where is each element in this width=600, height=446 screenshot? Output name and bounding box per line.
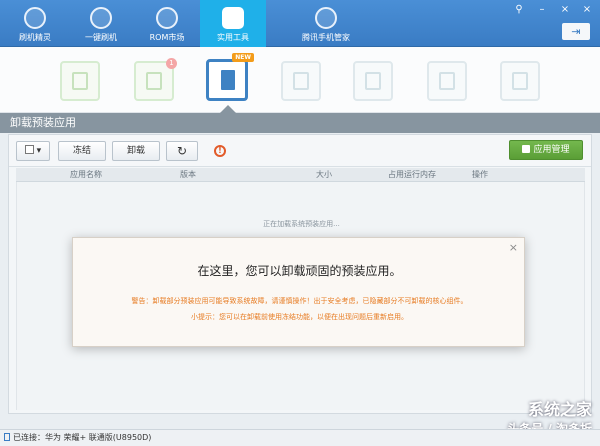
- arrow-icon[interactable]: ⇥: [562, 23, 590, 40]
- new-badge: NEW: [232, 53, 254, 62]
- checkbox-icon: [24, 145, 34, 154]
- close-icon[interactable]: ×: [578, 3, 596, 17]
- tool-puzzle[interactable]: 1: [134, 58, 177, 101]
- nav-label: 刷机精灵: [19, 33, 51, 42]
- freeze-button[interactable]: 冻结: [58, 141, 106, 161]
- export-icon: [365, 72, 381, 90]
- tool-uninstall-preinstalled[interactable]: NEW: [206, 53, 254, 101]
- dialog-tip: 小提示：您可以在卸载前使用冻结功能，以便在出现问题后重新启用。: [191, 313, 408, 321]
- flash-wizard-icon: [24, 7, 46, 29]
- nav-tencent-manager[interactable]: 腾讯手机管家: [290, 0, 362, 47]
- tool-documents[interactable]: [281, 61, 321, 101]
- cursor-icon: [90, 7, 112, 29]
- puzzle-icon: [522, 145, 531, 153]
- android-icon: [156, 7, 178, 29]
- refresh-button[interactable]: ↻: [166, 141, 198, 161]
- uninstall-button[interactable]: 卸载: [112, 141, 160, 161]
- nav-flash-wizard[interactable]: 刷机精灵: [2, 0, 68, 47]
- nav-one-click-flash[interactable]: 一键刷机: [68, 0, 134, 47]
- bag-icon: [72, 72, 88, 90]
- tool-bag[interactable]: [60, 61, 100, 101]
- tool-settings[interactable]: [427, 61, 467, 101]
- tool-search[interactable]: [500, 61, 540, 101]
- nav-rom-market[interactable]: ROM市场: [134, 0, 200, 47]
- tool-strip: 1 NEW: [0, 47, 600, 113]
- section-title: 卸载预装应用: [0, 113, 600, 133]
- column-header[interactable]: 操作: [472, 169, 488, 180]
- dialog-title: 在这里，您可以卸载顽固的预装应用。: [197, 264, 402, 278]
- nav-label: 腾讯手机管家: [302, 33, 350, 42]
- grid-icon: [222, 7, 244, 29]
- nav-label: 实用工具: [217, 33, 249, 42]
- active-tool-pointer: [220, 105, 236, 113]
- column-header[interactable]: 应用名称: [70, 169, 102, 180]
- column-header[interactable]: 版本: [180, 169, 196, 180]
- tool-export[interactable]: [353, 61, 393, 101]
- action-toolbar: ▾ 冻结 卸载 ↻ ! 应用管理: [9, 135, 591, 167]
- warning-icon[interactable]: !: [214, 145, 226, 157]
- nav-utilities[interactable]: 实用工具: [200, 0, 266, 47]
- connection-status: 已连接：华为 荣耀+ 联通版(U8950D): [13, 433, 152, 442]
- column-header[interactable]: 大小: [316, 169, 332, 180]
- column-header[interactable]: 占用运行内存: [388, 169, 436, 180]
- select-all-dropdown[interactable]: ▾: [16, 141, 50, 161]
- status-bar: 已连接：华为 荣耀+ 联通版(U8950D): [0, 429, 600, 446]
- app-manage-button[interactable]: 应用管理: [509, 140, 583, 160]
- shield-icon: [315, 7, 337, 29]
- top-nav-bar: 刷机精灵 一键刷机 ROM市场 实用工具 腾讯手机管家 ⚲ – × × ⇥: [0, 0, 600, 47]
- close-icon[interactable]: ×: [509, 241, 518, 254]
- gear-icon: [439, 72, 455, 90]
- close-icon[interactable]: ×: [556, 3, 574, 17]
- loading-text: 正在加载系统预装应用...: [263, 220, 340, 228]
- dialog-warning: 警告：卸载部分预装应用可能导致系统故障，请谨慎操作！出于安全考虑，已隐藏部分不可…: [131, 297, 468, 305]
- app-manage-label: 应用管理: [533, 145, 570, 155]
- refresh-icon: ↻: [176, 144, 188, 158]
- watermark-brand: 系统之家: [527, 400, 592, 419]
- nav-label: 一键刷机: [85, 33, 117, 42]
- document-icon: [293, 72, 309, 90]
- puzzle-icon: [146, 72, 162, 90]
- pin-icon[interactable]: ⚲: [510, 3, 528, 17]
- info-dialog: × 在这里，您可以卸载顽固的预装应用。 警告：卸载部分预装应用可能导致系统故障，…: [72, 237, 525, 347]
- search-icon: [512, 72, 528, 90]
- trash-icon: [221, 70, 235, 90]
- nav-label: ROM市场: [149, 33, 185, 42]
- phone-icon: [4, 433, 10, 441]
- count-badge: 1: [166, 58, 177, 69]
- chevron-down-icon: ▾: [36, 146, 42, 156]
- table-header: 应用名称 版本 大小 占用运行内存 操作: [16, 168, 585, 182]
- minimize-icon[interactable]: –: [533, 3, 551, 17]
